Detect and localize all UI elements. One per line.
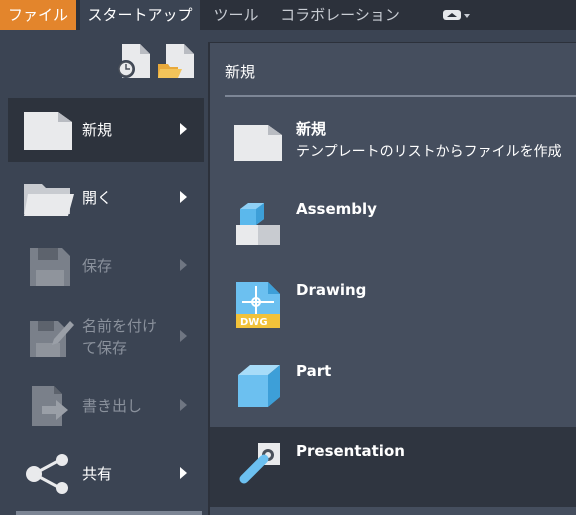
menu-item-share[interactable]: 共有 <box>8 442 204 506</box>
submenu-item-new-from-template[interactable]: 新規 テンプレートのリストからファイルを作成 <box>210 103 576 183</box>
submenu-item-name: Presentation <box>296 442 405 460</box>
submenu-arrow-icon <box>180 399 187 411</box>
tab-collaboration[interactable]: コラボレーション <box>272 0 408 30</box>
menu-item-save[interactable]: 保存 <box>8 234 204 298</box>
menu-item-label: 名前を付け て保存 <box>82 317 158 357</box>
part-cube-icon <box>238 365 280 407</box>
save-disk-icon <box>30 248 70 286</box>
submenu-separator <box>225 95 576 97</box>
submenu-arrow-icon <box>180 330 187 342</box>
tab-tools[interactable]: ツール <box>204 0 268 30</box>
submenu-item-name: Part <box>296 362 332 380</box>
share-icon <box>26 454 68 494</box>
menu-item-new[interactable]: 新規 <box>8 98 204 162</box>
menu-item-export[interactable]: 書き出し <box>8 374 204 438</box>
export-icon <box>32 386 68 426</box>
submenu-arrow-icon <box>180 259 187 271</box>
tab-startup[interactable]: スタートアップ <box>80 0 200 30</box>
submenu-item-description: テンプレートのリストからファイルを作成 <box>296 144 562 160</box>
submenu-item-name: 新規 <box>296 120 327 138</box>
assembly-icon <box>236 203 280 245</box>
menu-bar: ファイル スタートアップ ツール コラボレーション <box>0 0 576 30</box>
submenu-item-name: Assembly <box>296 200 377 218</box>
menu-item-label: 書き出し <box>82 397 143 415</box>
cloud-dropdown-button[interactable] <box>430 0 478 30</box>
submenu-arrow-icon <box>180 191 187 203</box>
new-submenu: 新規 新規 テンプレートのリストからファイルを作成 Assembly DWG D… <box>208 42 576 515</box>
submenu-item-assembly[interactable]: Assembly <box>210 185 576 265</box>
drawing-dwg-icon: DWG <box>236 282 280 328</box>
cloud-icon <box>443 10 470 20</box>
submenu-title: 新規 <box>225 63 256 81</box>
new-file-icon <box>234 125 282 161</box>
submenu-item-drawing[interactable]: DWG Drawing <box>210 266 576 346</box>
presentation-icon <box>239 443 280 484</box>
menu-item-label: 共有 <box>82 465 113 483</box>
svg-text:DWG: DWG <box>240 317 268 328</box>
menu-item-label: 新規 <box>82 121 113 139</box>
menu-item-label: 保存 <box>82 257 113 275</box>
new-file-icon <box>24 112 72 150</box>
submenu-item-name: Drawing <box>296 281 367 299</box>
submenu-arrow-icon <box>180 467 187 479</box>
submenu-arrow-icon <box>180 123 187 135</box>
submenu-item-presentation[interactable]: Presentation <box>210 427 576 507</box>
open-folder-icon <box>24 184 74 216</box>
panel-divider <box>16 511 202 515</box>
tab-file[interactable]: ファイル <box>0 0 76 30</box>
menu-item-open[interactable]: 開く <box>8 166 204 230</box>
file-menu-panel: 新規 開く 保存 名前を付け て保存 書き出し 共有 <box>0 30 208 515</box>
open-folder-icon[interactable] <box>158 42 194 80</box>
recent-documents-icon[interactable] <box>116 42 152 80</box>
save-as-icon <box>30 321 74 357</box>
submenu-item-part[interactable]: Part <box>210 347 576 427</box>
menu-item-save-as[interactable]: 名前を付け て保存 <box>8 305 204 369</box>
menu-item-label: 開く <box>82 189 113 207</box>
